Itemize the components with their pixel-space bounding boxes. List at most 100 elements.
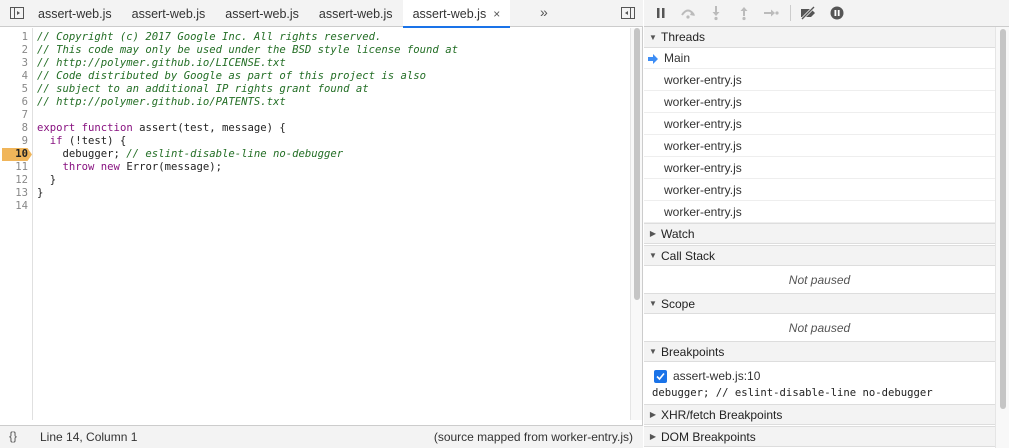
pretty-print-button[interactable]: {} — [9, 429, 17, 443]
breakpoints-section-header[interactable]: ▼ Breakpoints — [644, 341, 995, 362]
thread-item[interactable]: worker-entry.js — [644, 135, 995, 157]
thread-item[interactable]: worker-entry.js — [644, 157, 995, 179]
step-over-icon[interactable] — [679, 5, 697, 21]
thread-label: worker-entry.js — [664, 182, 742, 197]
editor-scrollbar-thumb[interactable] — [634, 28, 640, 300]
section-title: DOM Breakpoints — [661, 429, 756, 444]
call-stack-empty-message: Not paused — [788, 273, 851, 287]
step-into-icon[interactable] — [707, 5, 725, 21]
file-tab[interactable]: assert-web.js — [309, 0, 403, 27]
editor-status-bar: {} Line 14, Column 1 (source mapped from… — [0, 425, 643, 448]
pause-on-exceptions-icon[interactable] — [828, 5, 846, 21]
breakpoint-code-snippet: debugger; // eslint-disable-line no-debu… — [652, 387, 933, 399]
code-line: // http://polymer.github.io/LICENSE.txt — [37, 57, 286, 69]
file-tab[interactable]: assert-web.js — [215, 0, 309, 27]
file-tab-label: assert-web.js — [225, 6, 299, 21]
expanded-triangle-icon: ▼ — [649, 32, 657, 42]
thread-label: worker-entry.js — [664, 138, 742, 153]
scope-empty-message: Not paused — [788, 321, 851, 335]
collapsed-triangle-icon: ▶ — [649, 229, 657, 238]
thread-item[interactable]: worker-entry.js — [644, 201, 995, 223]
section-title: XHR/fetch Breakpoints — [661, 407, 783, 422]
code-line: // Code distributed by Google as part of… — [37, 70, 427, 82]
pause-icon[interactable] — [652, 5, 670, 21]
file-tab-label: assert-web.js — [131, 6, 206, 21]
source-map-link[interactable]: (source mapped from worker-entry.js) — [434, 430, 633, 444]
section-title: Watch — [661, 226, 695, 241]
editor-scrollbar[interactable] — [630, 28, 642, 420]
cursor-position: Line 14, Column 1 — [40, 430, 138, 444]
code-line: // http://polymer.github.io/PATENTS.txt — [37, 96, 286, 108]
editor-pane: assert-web.js assert-web.js assert-web.j… — [0, 0, 643, 448]
line-number[interactable]: 4 — [0, 70, 28, 83]
toggle-debugger-sidebar-icon[interactable] — [620, 5, 636, 21]
line-number[interactable]: 7 — [0, 109, 28, 122]
file-tab-label: assert-web.js — [38, 6, 112, 21]
more-tabs-button[interactable]: » — [540, 4, 548, 20]
file-tab-active[interactable]: assert-web.js × — [402, 0, 511, 28]
line-number[interactable]: 1 — [0, 31, 28, 44]
line-number-gutter[interactable]: 1 2 3 4 5 6 7 8 9 10 11 12 13 14 — [0, 28, 33, 420]
file-tab-label: assert-web.js — [412, 6, 487, 21]
file-tab[interactable]: assert-web.js — [122, 0, 216, 27]
collapsed-triangle-icon: ▶ — [649, 432, 657, 441]
line-number[interactable]: 11 — [0, 161, 28, 174]
thread-item-main[interactable]: Main — [644, 47, 995, 69]
sidebar-scrollbar[interactable] — [995, 27, 1009, 448]
line-number[interactable]: 8 — [0, 122, 28, 135]
deactivate-breakpoints-icon[interactable] — [799, 5, 817, 21]
thread-label: worker-entry.js — [664, 94, 742, 109]
collapsed-triangle-icon: ▶ — [649, 410, 657, 419]
line-number[interactable]: 14 — [0, 200, 28, 213]
code-line: export function assert(test, message) { — [37, 122, 286, 134]
line-number[interactable]: 6 — [0, 96, 28, 109]
file-tab-label: assert-web.js — [318, 6, 393, 21]
step-out-icon[interactable] — [735, 5, 753, 21]
line-number[interactable]: 3 — [0, 57, 28, 70]
call-stack-section-header[interactable]: ▼ Call Stack — [644, 245, 995, 266]
section-title: Threads — [661, 30, 706, 44]
code-line: } — [37, 187, 44, 199]
toggle-navigator-icon[interactable] — [9, 5, 25, 21]
thread-item[interactable]: worker-entry.js — [644, 91, 995, 113]
expanded-triangle-icon: ▼ — [649, 251, 657, 260]
code-line: // Copyright (c) 2017 Google Inc. All ri… — [37, 31, 382, 43]
thread-label: worker-entry.js — [664, 160, 742, 175]
expanded-triangle-icon: ▼ — [649, 347, 657, 356]
file-tab[interactable]: assert-web.js — [28, 0, 122, 27]
line-number[interactable]: 9 — [0, 135, 28, 148]
thread-item[interactable]: worker-entry.js — [644, 69, 995, 91]
thread-label: Main — [664, 50, 691, 65]
code-line: throw new Error(message); — [62, 161, 222, 173]
threads-section-header[interactable]: ▼ Threads — [644, 27, 995, 48]
breakpoint-location: assert-web.js:10 — [673, 369, 761, 383]
code-line: } — [37, 174, 57, 186]
expanded-triangle-icon: ▼ — [649, 299, 657, 308]
line-number[interactable]: 2 — [0, 44, 28, 57]
current-thread-arrow-icon — [648, 53, 659, 67]
breakpoint-checkbox[interactable] — [654, 369, 667, 383]
thread-item[interactable]: worker-entry.js — [644, 179, 995, 201]
step-icon[interactable] — [762, 5, 780, 21]
code-line: // subject to an additional IP rights gr… — [37, 83, 369, 95]
breakpoint-item[interactable]: assert-web.js:10 — [654, 369, 760, 383]
xhr-breakpoints-section-header[interactable]: ▶ XHR/fetch Breakpoints — [644, 404, 995, 425]
section-title: Breakpoints — [661, 344, 725, 359]
section-title: Call Stack — [661, 248, 716, 263]
editor-tab-bar: assert-web.js assert-web.js assert-web.j… — [0, 0, 643, 28]
line-number[interactable]: 5 — [0, 83, 28, 96]
sidebar-scrollbar-thumb[interactable] — [1000, 29, 1006, 409]
thread-label: worker-entry.js — [664, 72, 742, 87]
breakpoint-line-number[interactable]: 10 — [2, 148, 32, 161]
scope-section-header[interactable]: ▼ Scope — [644, 293, 995, 314]
line-number[interactable]: 13 — [0, 187, 28, 200]
watch-section-header[interactable]: ▶ Watch — [644, 223, 995, 244]
code-line: debugger; // eslint-disable-line no-debu… — [37, 148, 344, 160]
line-number[interactable]: 12 — [0, 174, 28, 187]
close-tab-icon[interactable]: × — [493, 7, 500, 21]
code-editor[interactable]: 1 2 3 4 5 6 7 8 9 10 11 12 13 14 // Copyright (c) 201… — [0, 28, 630, 420]
toolbar-separator — [790, 5, 791, 21]
dom-breakpoints-section-header[interactable]: ▶ DOM Breakpoints — [644, 426, 995, 447]
section-title: Scope — [661, 296, 696, 311]
thread-item[interactable]: worker-entry.js — [644, 113, 995, 135]
